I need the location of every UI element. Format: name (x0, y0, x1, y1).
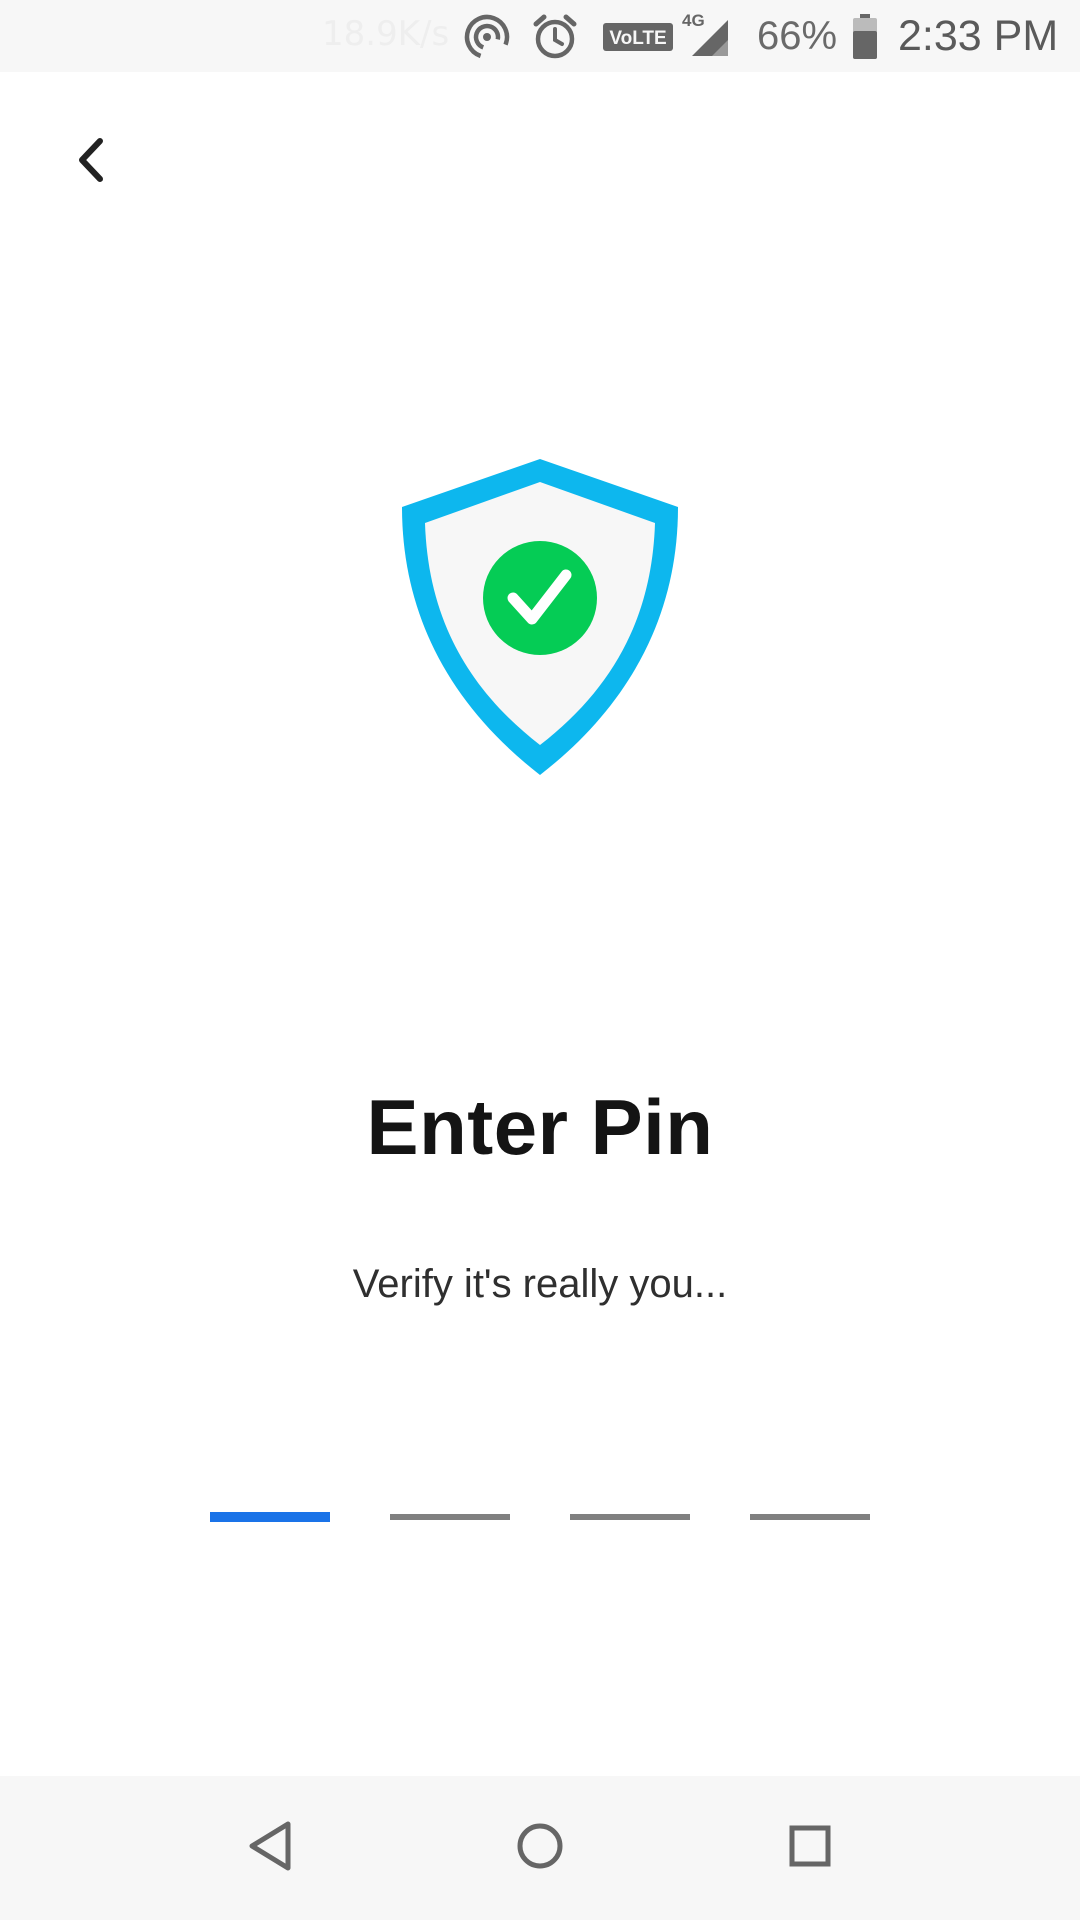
nav-back-button[interactable] (230, 1808, 310, 1888)
shield-check-icon (390, 455, 690, 785)
svg-text:4G: 4G (682, 11, 705, 30)
page-title: Enter Pin (366, 1083, 714, 1171)
home-circle-icon (515, 1821, 565, 1876)
battery-icon (851, 14, 879, 65)
pin-digit-slot[interactable] (570, 1514, 690, 1520)
network-speed: 18.9K/s (322, 14, 450, 54)
system-nav-bar (0, 1776, 1080, 1920)
page-subtitle: Verify it's really you... (352, 1262, 728, 1306)
status-bar: 18.9K/s VoLTE 4G 66% 2:33 PM (0, 0, 1080, 72)
nav-recents-button[interactable] (770, 1808, 850, 1888)
nav-home-button[interactable] (500, 1808, 580, 1888)
recents-square-icon (788, 1824, 832, 1873)
pin-input[interactable] (210, 1512, 870, 1526)
pin-digit-slot[interactable] (390, 1514, 510, 1520)
chevron-left-icon (70, 135, 110, 190)
hotspot-icon (462, 12, 512, 67)
pin-entry-screen: 18.9K/s VoLTE 4G 66% 2:33 PM Enter Pin V… (0, 0, 1080, 1920)
signal-icon: 4G (678, 10, 738, 65)
back-button[interactable] (52, 120, 128, 204)
pin-digit-slot[interactable] (750, 1514, 870, 1520)
back-triangle-icon (246, 1820, 294, 1877)
alarm-icon (530, 12, 580, 67)
pin-digit-slot[interactable] (210, 1512, 330, 1522)
svg-text:VoLTE: VoLTE (609, 28, 666, 49)
volte-icon: VoLTE (602, 22, 674, 57)
clock: 2:33 PM (898, 12, 1059, 60)
battery-percent: 66% (757, 14, 838, 58)
